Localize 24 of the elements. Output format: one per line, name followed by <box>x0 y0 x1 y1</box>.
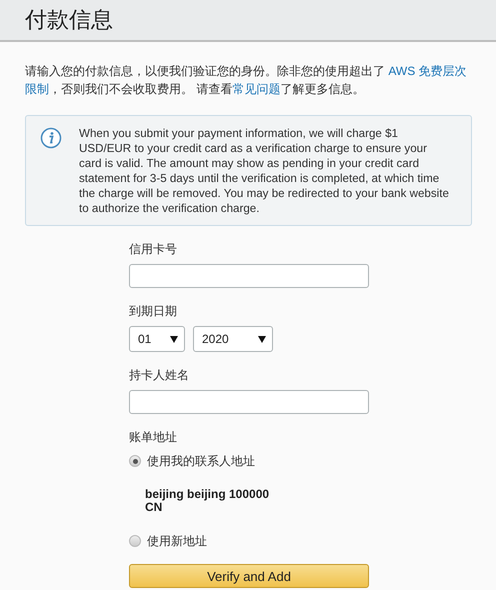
radio-label: 使用我的联系人地址 <box>147 454 255 468</box>
page-title: 付款信息 <box>25 6 113 34</box>
link[interactable]: AWS 免费层次 <box>388 64 467 78</box>
radio-label: 使用新地址 <box>147 534 207 548</box>
info-icon <box>40 127 62 149</box>
caret-icon <box>258 336 266 342</box>
cardholder-name-field[interactable] <box>129 390 369 414</box>
radio-button[interactable] <box>129 535 141 547</box>
address-line: beijing beijing 100000 <box>145 488 270 501</box>
month-select[interactable]: 01 <box>129 326 185 352</box>
address-line: CN <box>145 501 162 514</box>
field-label: 信用卡号 <box>129 242 178 256</box>
field-label: 账单地址 <box>129 430 178 444</box>
card-number-field[interactable] <box>129 264 369 288</box>
radio-button[interactable] <box>129 455 141 467</box>
link[interactable]: 常见问题 <box>232 82 280 96</box>
info-text: When you submit your payment information, we will charge $1 USD/EUR to your credit card as a verification charge to ensure your card is valid. The amount may show as pending in your credit card statement for 3-5 days until the verification is completed, at which time the charge will be removed. You may be redirected to your bank website to authorize the verification charge. <box>79 126 450 216</box>
field-label: 到期日期 <box>129 304 178 318</box>
year-select[interactable]: 2020 <box>193 326 273 352</box>
caret-icon <box>170 336 178 342</box>
intro-text: 请输入您的付款信息，以便我们验证您的身份。除非您的使用超出了 AWS 免费层次 限制，否则我们不会收取费用。 请查看常见问题了解更多信息。 <box>25 63 468 98</box>
verify-button[interactable]: Verify and Add <box>129 564 369 588</box>
link[interactable]: 限制 <box>25 82 49 96</box>
field-label: 持卡人姓名 <box>129 368 190 382</box>
